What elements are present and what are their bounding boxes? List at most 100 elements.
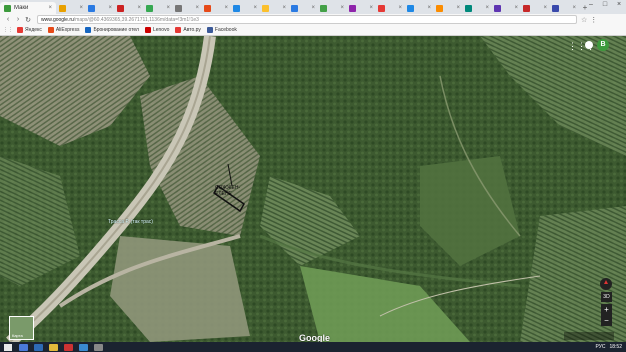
apps-bookmark-icon[interactable]: ⋮⋮: [3, 27, 13, 33]
tab[interactable]: ×: [318, 2, 346, 14]
tab-favicon-icon: [320, 4, 327, 12]
chrome-icon[interactable]: [79, 343, 88, 351]
bookmark-item[interactable]: Бронирование отел: [85, 27, 139, 33]
folder-icon[interactable]: [49, 343, 58, 351]
satellite-imagery: [0, 36, 626, 342]
minimize-icon[interactable]: –: [584, 0, 598, 10]
avatar[interactable]: В: [597, 39, 609, 51]
browser-menu-icon[interactable]: ⋮: [590, 16, 597, 24]
search-icon[interactable]: [19, 343, 28, 351]
tab-close-icon[interactable]: ×: [224, 5, 228, 11]
bookmark-favicon-icon: [85, 27, 92, 33]
tab-favicon-icon: [59, 4, 66, 12]
layer-label: Карта: [12, 333, 23, 338]
tab[interactable]: ×: [202, 2, 230, 14]
tab[interactable]: ×: [144, 2, 172, 14]
tab-favicon-icon: [291, 4, 298, 12]
close-window-icon[interactable]: ×: [612, 0, 626, 10]
bookmark-item[interactable]: Яндекс: [17, 27, 42, 33]
tab[interactable]: ×: [289, 2, 317, 14]
tab[interactable]: ×: [550, 2, 578, 14]
tab-close-icon[interactable]: ×: [137, 5, 141, 11]
tab-close-icon[interactable]: ×: [543, 5, 547, 11]
tab-favicon-icon: [175, 4, 182, 12]
zoom-control: + −: [601, 304, 612, 326]
bookmark-star-icon[interactable]: ☆: [581, 16, 587, 24]
clock[interactable]: 18:52: [609, 344, 622, 350]
google-logo: Google: [299, 333, 330, 342]
tab[interactable]: ×: [173, 2, 201, 14]
tab[interactable]: ×: [347, 2, 375, 14]
bookmark-item[interactable]: AliExpress: [47, 27, 79, 33]
tab[interactable]: ×: [376, 2, 404, 14]
url-path: /maps/@60.4369365,39.2671711,1136m/data=…: [73, 16, 199, 23]
tab-strip: Маки × × × × × × × × × × × × × × × × × × × +: [0, 0, 626, 14]
tab[interactable]: ×: [260, 2, 288, 14]
bookmarks-bar: ⋮⋮ Яндекс AliExpress Бронирование отел Leno…: [0, 25, 626, 36]
tab-close-icon[interactable]: ×: [48, 5, 52, 11]
bookmark-favicon-icon: [175, 27, 182, 33]
address-bar[interactable]: www.google.ru/maps/@60.4369365,39.267171…: [37, 15, 577, 24]
tab[interactable]: ×: [521, 2, 549, 14]
bookmark-item[interactable]: Facebook: [206, 27, 237, 33]
tab[interactable]: ×: [434, 2, 462, 14]
settings-icon[interactable]: [585, 41, 593, 49]
tab[interactable]: ×: [115, 2, 143, 14]
tab-close-icon[interactable]: ×: [108, 5, 112, 11]
zoom-in-button[interactable]: +: [601, 304, 612, 315]
tab[interactable]: ×: [86, 2, 114, 14]
maps-favicon-icon: [4, 4, 11, 12]
lang-indicator[interactable]: РУС: [595, 344, 605, 350]
zoom-out-button[interactable]: −: [601, 315, 612, 326]
tab-close-icon[interactable]: ×: [340, 5, 344, 11]
back-icon[interactable]: ‹: [3, 16, 13, 23]
tilt-3d-button[interactable]: 3D: [601, 292, 612, 302]
tab-close-icon[interactable]: ×: [369, 5, 373, 11]
tab-close-icon[interactable]: ×: [282, 5, 286, 11]
tab-close-icon[interactable]: ×: [311, 5, 315, 11]
tab-favicon-icon: [146, 4, 153, 12]
tab-close-icon[interactable]: ×: [514, 5, 518, 11]
forward-icon[interactable]: ›: [13, 16, 23, 23]
parcel-annotation: СОЖЖЕН- ЕЛЕНЕ: [215, 185, 240, 197]
tab[interactable]: ×: [57, 2, 85, 14]
tab-close-icon[interactable]: ×: [79, 5, 83, 11]
tab[interactable]: ×: [463, 2, 491, 14]
tab-favicon-icon: [204, 4, 211, 12]
tab-close-icon[interactable]: ×: [427, 5, 431, 11]
opera-icon[interactable]: [64, 343, 73, 351]
tab-close-icon[interactable]: ×: [195, 5, 199, 11]
tab[interactable]: ×: [405, 2, 433, 14]
layer-switcher[interactable]: Карта: [9, 316, 34, 340]
tab-favicon-icon: [88, 4, 95, 12]
maximize-icon[interactable]: □: [598, 0, 612, 10]
tab-close-icon[interactable]: ×: [485, 5, 489, 11]
system-tray: РУС 18:52: [591, 342, 622, 352]
bookmarks-list: Яндекс AliExpress Бронирование отел Lenovo А…: [17, 27, 243, 33]
reload-icon[interactable]: ↻: [23, 16, 33, 24]
tab-active[interactable]: Маки ×: [0, 2, 56, 14]
bookmark-item[interactable]: Авто.ру: [175, 27, 201, 33]
satellite-map[interactable]: СОЖЖЕН- ЕЛЕНЕ Трасса Р..(так трас) ⋮⋮⋮ В…: [0, 36, 626, 342]
compass-icon[interactable]: [600, 278, 612, 290]
tab-close-icon[interactable]: ×: [253, 5, 257, 11]
tab-close-icon[interactable]: ×: [456, 5, 460, 11]
taskbar: РУС 18:52: [0, 342, 626, 352]
bookmark-label: Lenovo: [152, 27, 170, 33]
bookmark-item[interactable]: Lenovo: [144, 27, 170, 33]
tab[interactable]: ×: [231, 2, 259, 14]
app-icon[interactable]: [94, 343, 103, 351]
ie-icon[interactable]: [34, 343, 43, 351]
tab-favicon-icon: [378, 4, 385, 12]
tab[interactable]: ×: [492, 2, 520, 14]
tab-favicon-icon: [494, 4, 501, 12]
bookmark-label: Бронирование отел: [93, 27, 139, 33]
tab-favicon-icon: [523, 4, 530, 12]
tab-close-icon[interactable]: ×: [572, 5, 576, 11]
bookmark-label: Яндекс: [25, 27, 42, 33]
tab-close-icon[interactable]: ×: [166, 5, 170, 11]
bookmark-label: Авто.ру: [183, 27, 201, 33]
windows-start-icon[interactable]: [4, 343, 12, 351]
tab-close-icon[interactable]: ×: [398, 5, 402, 11]
bookmark-favicon-icon: [47, 27, 54, 33]
